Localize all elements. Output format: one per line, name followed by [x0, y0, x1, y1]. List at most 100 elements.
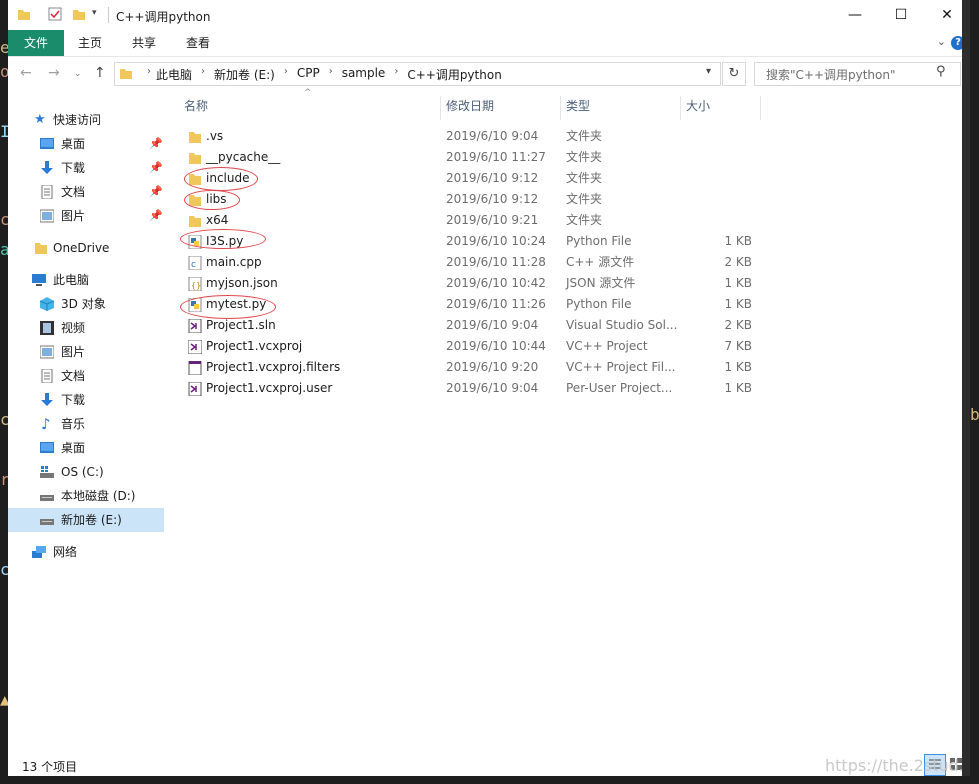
- file-name: Project1.vcxproj.filters: [206, 360, 341, 374]
- breadcrumb-cpp[interactable]: CPP: [297, 66, 320, 83]
- file-explorer-window: ▾ C++调用python — ☐ ✕ 文件 主页 共享 查看 ⌄ ? ← → …: [8, 0, 970, 776]
- file-type: 文件夹: [566, 171, 603, 185]
- column-header-name[interactable]: 名称: [184, 92, 208, 120]
- column-divider[interactable]: [560, 96, 561, 120]
- nav-music[interactable]: ♪ 音乐: [8, 412, 164, 436]
- tab-file[interactable]: 文件: [8, 30, 64, 56]
- breadcrumb-current[interactable]: C++调用python: [407, 66, 501, 83]
- nav-onedrive[interactable]: OneDrive: [8, 236, 164, 260]
- desktop-icon: [40, 442, 54, 453]
- file-row[interactable]: Project1.sln 2019/6/10 9:04 Visual Studi…: [178, 315, 768, 336]
- file-row[interactable]: .vs 2019/6/10 9:04 文件夹: [178, 126, 768, 147]
- pictures-icon: [40, 345, 54, 359]
- computer-icon: [32, 274, 46, 286]
- file-type: JSON 源文件: [566, 276, 636, 290]
- pin-icon[interactable]: 📌: [149, 204, 163, 228]
- search-input[interactable]: 搜索"C++调用python": [766, 66, 896, 83]
- file-name: Project1.vcxproj.user: [206, 381, 333, 395]
- nav-videos[interactable]: 视频: [8, 316, 164, 340]
- file-row[interactable]: I3S.py 2019/6/10 10:24 Python File 1 KB: [178, 231, 768, 252]
- quick-access-toolbar-dropdown-icon[interactable]: ▾: [92, 8, 97, 18]
- background-scrollbar: [962, 0, 970, 776]
- file-row[interactable]: include 2019/6/10 9:12 文件夹: [178, 168, 768, 189]
- file-row[interactable]: {} myjson.json 2019/6/10 10:42 JSON 源文件 …: [178, 273, 768, 294]
- address-dropdown-icon[interactable]: ▾: [706, 66, 711, 77]
- refresh-button[interactable]: ↻: [722, 62, 746, 86]
- chevron-right-icon[interactable]: ›: [192, 66, 214, 83]
- maximize-button[interactable]: ☐: [878, 0, 924, 30]
- up-arrow-icon[interactable]: ↑: [94, 65, 106, 81]
- chevron-right-icon[interactable]: ›: [385, 66, 407, 83]
- expand-ribbon-icon[interactable]: ⌄: [937, 35, 946, 48]
- new-folder-icon[interactable]: [72, 7, 86, 21]
- folder-icon: [189, 216, 201, 227]
- nav-pictures[interactable]: 图片 📌: [8, 204, 164, 228]
- nav-label: 本地磁盘 (D:): [61, 489, 136, 503]
- breadcrumb-this-pc[interactable]: 此电脑: [156, 66, 192, 83]
- nav-drive-c[interactable]: OS (C:): [8, 460, 164, 484]
- file-row[interactable]: x64 2019/6/10 9:21 文件夹: [178, 210, 768, 231]
- nav-pc-pictures[interactable]: 图片: [8, 340, 164, 364]
- file-name: __pycache__: [206, 150, 281, 164]
- tab-home[interactable]: 主页: [72, 30, 108, 56]
- nav-quick-access[interactable]: ★ 快速访问: [8, 108, 164, 132]
- nav-pc-desktop[interactable]: 桌面: [8, 436, 164, 460]
- file-row[interactable]: libs 2019/6/10 9:12 文件夹: [178, 189, 768, 210]
- breadcrumb: › 此电脑 › 新加卷 (E:) › CPP › sample › C++调用p…: [147, 66, 502, 83]
- file-size: 7 KB: [724, 339, 752, 353]
- file-date: 2019/6/10 9:21: [446, 213, 539, 227]
- recent-locations-icon[interactable]: ⌄: [74, 69, 82, 79]
- file-name: Project1.vcxproj: [206, 339, 303, 353]
- nav-pc-downloads[interactable]: 下载: [8, 388, 164, 412]
- nav-label: 音乐: [61, 417, 86, 431]
- file-row[interactable]: Project1.vcxproj.user 2019/6/10 9:04 Per…: [178, 378, 768, 399]
- pin-icon[interactable]: 📌: [149, 180, 163, 204]
- minimize-button[interactable]: —: [832, 0, 878, 30]
- tab-view[interactable]: 查看: [180, 30, 216, 56]
- file-row[interactable]: c main.cpp 2019/6/10 11:28 C++ 源文件 2 KB: [178, 252, 768, 273]
- column-header-size[interactable]: 大小: [686, 92, 710, 120]
- file-row[interactable]: Project1.vcxproj 2019/6/10 10:44 VC++ Pr…: [178, 336, 768, 357]
- nav-drive-e[interactable]: 新加卷 (E:): [8, 508, 164, 532]
- svg-text:c: c: [191, 260, 196, 270]
- file-row[interactable]: Project1.vcxproj.filters 2019/6/10 9:20 …: [178, 357, 768, 378]
- pin-icon[interactable]: 📌: [149, 156, 163, 180]
- nav-drive-d[interactable]: 本地磁盘 (D:): [8, 484, 164, 508]
- chevron-right-icon[interactable]: ›: [275, 66, 297, 83]
- nav-desktop[interactable]: 桌面 📌: [8, 132, 164, 156]
- item-count: 13 个项目: [22, 760, 78, 774]
- breadcrumb-drive-e[interactable]: 新加卷 (E:): [214, 66, 275, 83]
- column-header-date[interactable]: 修改日期: [446, 92, 494, 120]
- nav-pc-documents[interactable]: 文档: [8, 364, 164, 388]
- folder-icon: [35, 243, 47, 254]
- watermark: https://the.2stud...: [825, 756, 970, 775]
- download-icon: [41, 393, 53, 406]
- column-divider[interactable]: [760, 96, 761, 120]
- nav-label: OS (C:): [61, 465, 104, 479]
- column-divider[interactable]: [440, 96, 441, 120]
- nav-3d-objects[interactable]: 3D 对象: [8, 292, 164, 316]
- chevron-right-icon[interactable]: ›: [142, 66, 156, 83]
- nav-network[interactable]: 网络: [8, 540, 164, 564]
- annotation-circle: [180, 295, 276, 319]
- file-row[interactable]: __pycache__ 2019/6/10 11:27 文件夹: [178, 147, 768, 168]
- nav-this-pc[interactable]: 此电脑: [8, 268, 164, 292]
- back-arrow-icon[interactable]: ←: [20, 65, 32, 81]
- tab-share[interactable]: 共享: [126, 30, 162, 56]
- file-name: main.cpp: [206, 255, 262, 269]
- folder-icon: [189, 132, 201, 143]
- folder-icon: [18, 10, 30, 20]
- breadcrumb-sample[interactable]: sample: [342, 66, 386, 83]
- drive-icon: [40, 495, 54, 501]
- column-divider[interactable]: [680, 96, 681, 120]
- window-title: C++调用python: [116, 10, 211, 24]
- nav-label: 下载: [61, 161, 86, 175]
- properties-icon[interactable]: [48, 7, 62, 21]
- cube-icon: [40, 297, 54, 311]
- forward-arrow-icon[interactable]: →: [48, 65, 60, 81]
- chevron-right-icon[interactable]: ›: [320, 66, 342, 83]
- column-header-type[interactable]: 类型: [566, 92, 590, 120]
- nav-downloads[interactable]: 下载 📌: [8, 156, 164, 180]
- nav-documents[interactable]: 文档 📌: [8, 180, 164, 204]
- pin-icon[interactable]: 📌: [149, 132, 163, 156]
